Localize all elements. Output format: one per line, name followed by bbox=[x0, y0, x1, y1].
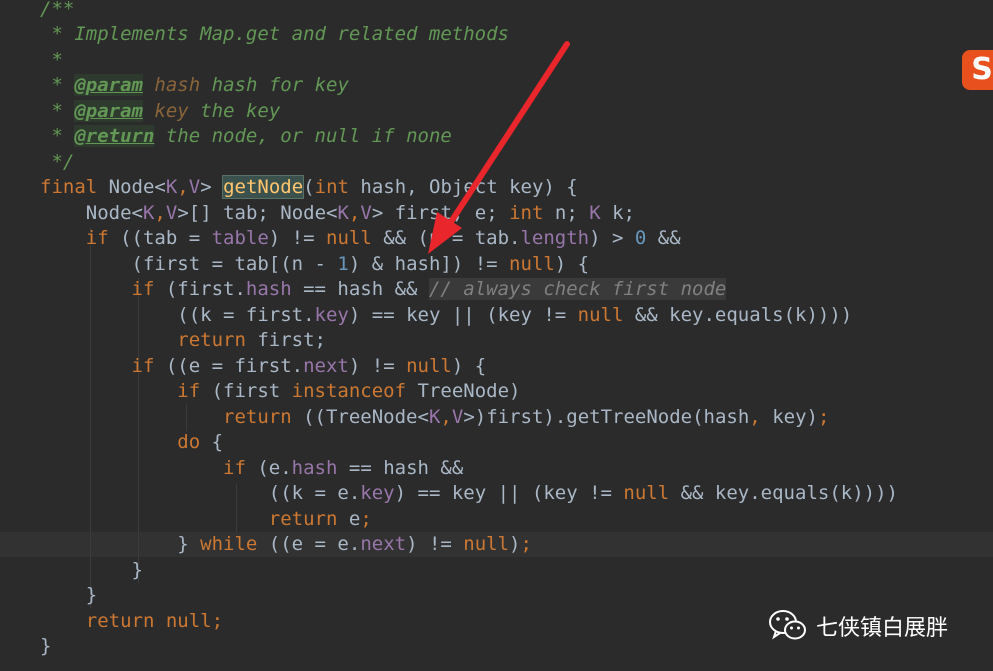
code-line: return null; bbox=[40, 610, 224, 632]
code-line: ((k = first.key) == key || (key != null … bbox=[40, 304, 853, 326]
code-line: /** bbox=[40, 0, 75, 20]
code-line: * @param hash hash for key bbox=[40, 74, 349, 96]
code-line: */ bbox=[40, 151, 75, 173]
watermark-text: 七侠镇白展胖 bbox=[816, 616, 949, 641]
code-line: if (first instanceof TreeNode) bbox=[40, 380, 521, 402]
code-line: * @return the node, or null if none bbox=[40, 125, 452, 147]
code-line: Node<K,V>[] tab; Node<K,V> first, e; int… bbox=[40, 202, 635, 224]
sogou-ime-icon[interactable]: S bbox=[962, 50, 993, 90]
inline-comment: // always check first node bbox=[428, 278, 727, 300]
code-line: if (first.hash == hash && // always chec… bbox=[40, 278, 727, 300]
code-line: } bbox=[40, 635, 52, 657]
code-line: if (e.hash == hash && bbox=[40, 457, 464, 479]
code-line: final Node<K,V> getNode(int hash, Object… bbox=[40, 175, 578, 199]
method-name-highlight: getNode bbox=[222, 175, 305, 199]
watermark: 七侠镇白展胖 bbox=[768, 608, 948, 644]
code-line: return ((TreeNode<K,V>)first).getTreeNod… bbox=[40, 406, 830, 428]
code-line: * Implements Map.get and related methods bbox=[40, 23, 509, 45]
code-line: ((k = e.key) == key || (key != null && k… bbox=[40, 482, 898, 504]
code-line: * bbox=[40, 49, 63, 71]
code-editor[interactable]: /** * Implements Map.get and related met… bbox=[0, 0, 993, 671]
code-line: do { bbox=[40, 431, 224, 453]
wechat-icon bbox=[769, 610, 806, 640]
code-line: * @param key the key bbox=[40, 100, 281, 122]
code-line: return first; bbox=[40, 329, 326, 351]
code-line: return e; bbox=[40, 508, 372, 530]
code-line: } bbox=[40, 584, 98, 606]
code-line: } while ((e = e.next) != null); bbox=[40, 533, 532, 555]
code-line: } bbox=[40, 559, 143, 581]
code-line: if ((tab = table) != null && (n = tab.le… bbox=[40, 227, 681, 249]
code-line: if ((e = first.next) != null) { bbox=[40, 355, 487, 377]
code-line: (first = tab[(n - 1) & hash]) != null) { bbox=[40, 253, 590, 275]
